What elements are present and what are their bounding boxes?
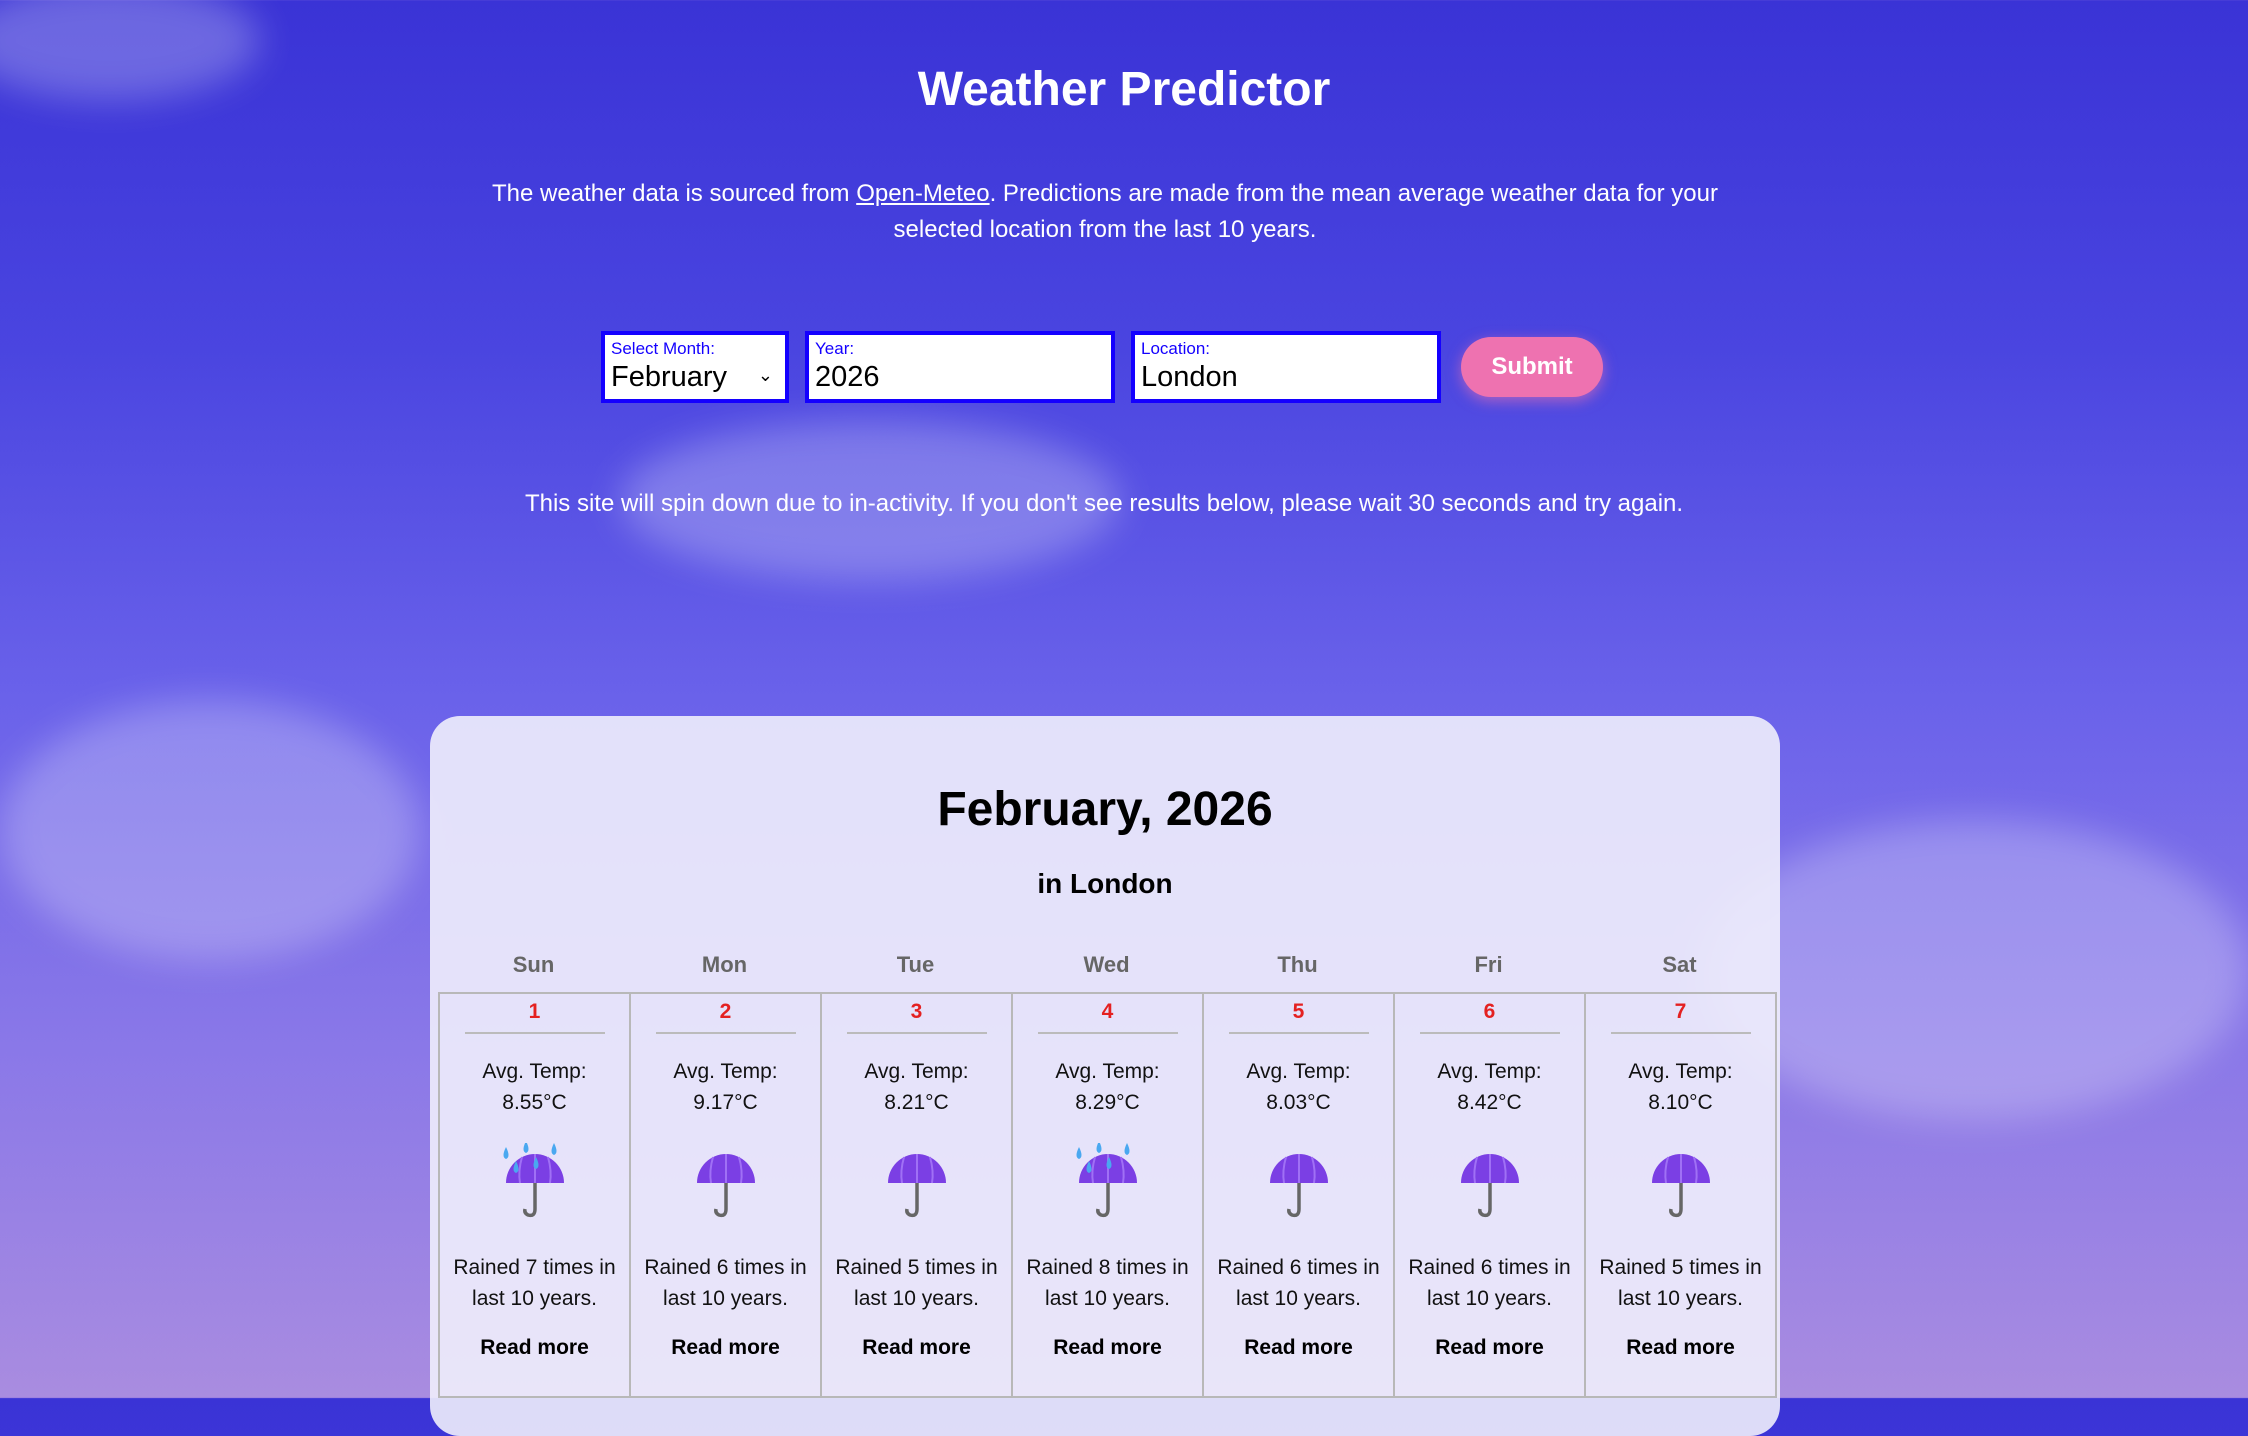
umbrella-icon [822, 1128, 1011, 1238]
avg-temp-value: 8.55°C [502, 1091, 567, 1114]
weekday-label: Mon [701, 952, 748, 977]
avg-temp-label: Avg. Temp: [673, 1060, 778, 1083]
avg-temp-label: Avg. Temp: [1437, 1060, 1542, 1083]
avg-temp-label: Avg. Temp: [1055, 1060, 1160, 1083]
month-value: February [611, 361, 728, 393]
search-form: Select Month: February ⌄ Year: 2026 Loca… [601, 331, 1603, 403]
rain-count: Rained 5 times in last 10 years. [835, 1256, 998, 1310]
avg-temp: Avg. Temp: 8.10°C [1586, 1056, 1775, 1118]
month-label: Select Month: [611, 339, 715, 358]
calendar-location: in London [1037, 868, 1173, 899]
avg-temp-value: 8.42°C [1457, 1091, 1522, 1114]
open-meteo-link[interactable]: Open-Meteo [856, 180, 989, 207]
read-more-link[interactable]: Read more [822, 1336, 1011, 1360]
day-number: 4 [1037, 1000, 1178, 1034]
intro-text: The weather data is sourced from Open-Me… [490, 176, 1720, 248]
weekday-label: Tue [896, 952, 935, 977]
calendar-card: February, 2026 in London Sun Mon Tue Wed Thu… [430, 716, 1780, 1436]
avg-temp-value: 9.17°C [693, 1091, 758, 1114]
weekday-label: Fri [1474, 952, 1503, 977]
umbrella-rain-icon [1013, 1128, 1202, 1238]
chevron-down-icon: ⌄ [757, 365, 773, 385]
avg-temp: Avg. Temp: 8.55°C [440, 1056, 629, 1118]
weekday-label: Sat [1662, 952, 1697, 977]
day-number: 7 [1610, 1000, 1751, 1034]
intro-post: . Predictions are made from the mean ave… [893, 180, 1718, 243]
weekday-header: Sun Mon Tue Wed Thu Fri Sat [438, 952, 1775, 978]
umbrella-rain-icon [440, 1128, 629, 1238]
rain-count: Rained 6 times in last 10 years. [644, 1256, 807, 1310]
month-select[interactable]: Select Month: February ⌄ [601, 331, 789, 403]
avg-temp-label: Avg. Temp: [1246, 1060, 1351, 1083]
avg-temp: Avg. Temp: 8.03°C [1204, 1056, 1393, 1118]
day-number: 5 [1228, 1000, 1369, 1034]
read-more-link[interactable]: Read more [1013, 1336, 1202, 1360]
year-label: Year: [815, 339, 855, 358]
day-cell: 1 Avg. Temp: 8.55°C Rained 7 times in last … [440, 994, 631, 1398]
rain-count: Rained 6 times in last 10 years. [1408, 1256, 1571, 1310]
avg-temp-value: 8.21°C [884, 1091, 949, 1114]
calendar-grid: 1 Avg. Temp: 8.55°C Rained 7 times in last … [438, 992, 1777, 1398]
umbrella-icon [1395, 1128, 1584, 1238]
year-input[interactable]: Year: 2026 [805, 331, 1115, 403]
rain-count: Rained 8 times in last 10 years. [1026, 1256, 1189, 1310]
umbrella-icon [631, 1128, 820, 1238]
day-number: 1 [464, 1000, 605, 1034]
day-cell: 3 Avg. Temp: 8.21°C Rained 5 times in last … [822, 994, 1013, 1398]
intro-pre: The weather data is sourced from [492, 180, 857, 207]
avg-temp: Avg. Temp: 9.17°C [631, 1056, 820, 1118]
day-number: 2 [655, 1000, 796, 1034]
day-cell: 6 Avg. Temp: 8.42°C Rained 6 times in last … [1395, 994, 1586, 1398]
read-more-link[interactable]: Read more [1204, 1336, 1393, 1360]
umbrella-icon [1204, 1128, 1393, 1238]
umbrella-icon [1586, 1128, 1775, 1238]
location-input[interactable]: Location: London [1131, 331, 1441, 403]
weekday-label: Wed [1083, 952, 1130, 977]
submit-button[interactable]: Submit [1461, 337, 1603, 397]
read-more-link[interactable]: Read more [440, 1336, 629, 1360]
day-number: 3 [846, 1000, 987, 1034]
read-more-link[interactable]: Read more [1395, 1336, 1584, 1360]
rain-count: Rained 7 times in last 10 years. [453, 1256, 616, 1310]
day-cell: 5 Avg. Temp: 8.03°C Rained 6 times in last … [1204, 994, 1395, 1398]
avg-temp: Avg. Temp: 8.21°C [822, 1056, 1011, 1118]
location-label: Location: [1141, 339, 1210, 358]
avg-temp: Avg. Temp: 8.42°C [1395, 1056, 1584, 1118]
weekday-label: Sun [512, 952, 555, 977]
day-cell: 4 Avg. Temp: 8.29°C Rained 8 times in last … [1013, 994, 1204, 1398]
rain-count: Rained 6 times in last 10 years. [1217, 1256, 1380, 1310]
spin-down-note: This site will spin down due to in-activ… [524, 490, 1684, 517]
avg-temp-label: Avg. Temp: [482, 1060, 587, 1083]
day-number: 6 [1419, 1000, 1560, 1034]
location-value: London [1141, 361, 1238, 393]
avg-temp-value: 8.10°C [1648, 1091, 1713, 1114]
day-cell: 7 Avg. Temp: 8.10°C Rained 5 times in last … [1586, 994, 1777, 1398]
day-cell: 2 Avg. Temp: 9.17°C Rained 6 times in last … [631, 994, 822, 1398]
avg-temp-value: 8.29°C [1075, 1091, 1140, 1114]
weekday-label: Thu [1277, 952, 1318, 977]
page-title: Weather Predictor [917, 63, 1331, 116]
calendar-title: February, 2026 [937, 783, 1273, 836]
avg-temp: Avg. Temp: 8.29°C [1013, 1056, 1202, 1118]
cloud [1700, 820, 2248, 1120]
avg-temp-value: 8.03°C [1266, 1091, 1331, 1114]
read-more-link[interactable]: Read more [631, 1336, 820, 1360]
avg-temp-label: Avg. Temp: [864, 1060, 969, 1083]
avg-temp-label: Avg. Temp: [1628, 1060, 1733, 1083]
rain-count: Rained 5 times in last 10 years. [1599, 1256, 1762, 1310]
cloud [0, 700, 420, 960]
year-value: 2026 [815, 361, 880, 393]
read-more-link[interactable]: Read more [1586, 1336, 1775, 1360]
